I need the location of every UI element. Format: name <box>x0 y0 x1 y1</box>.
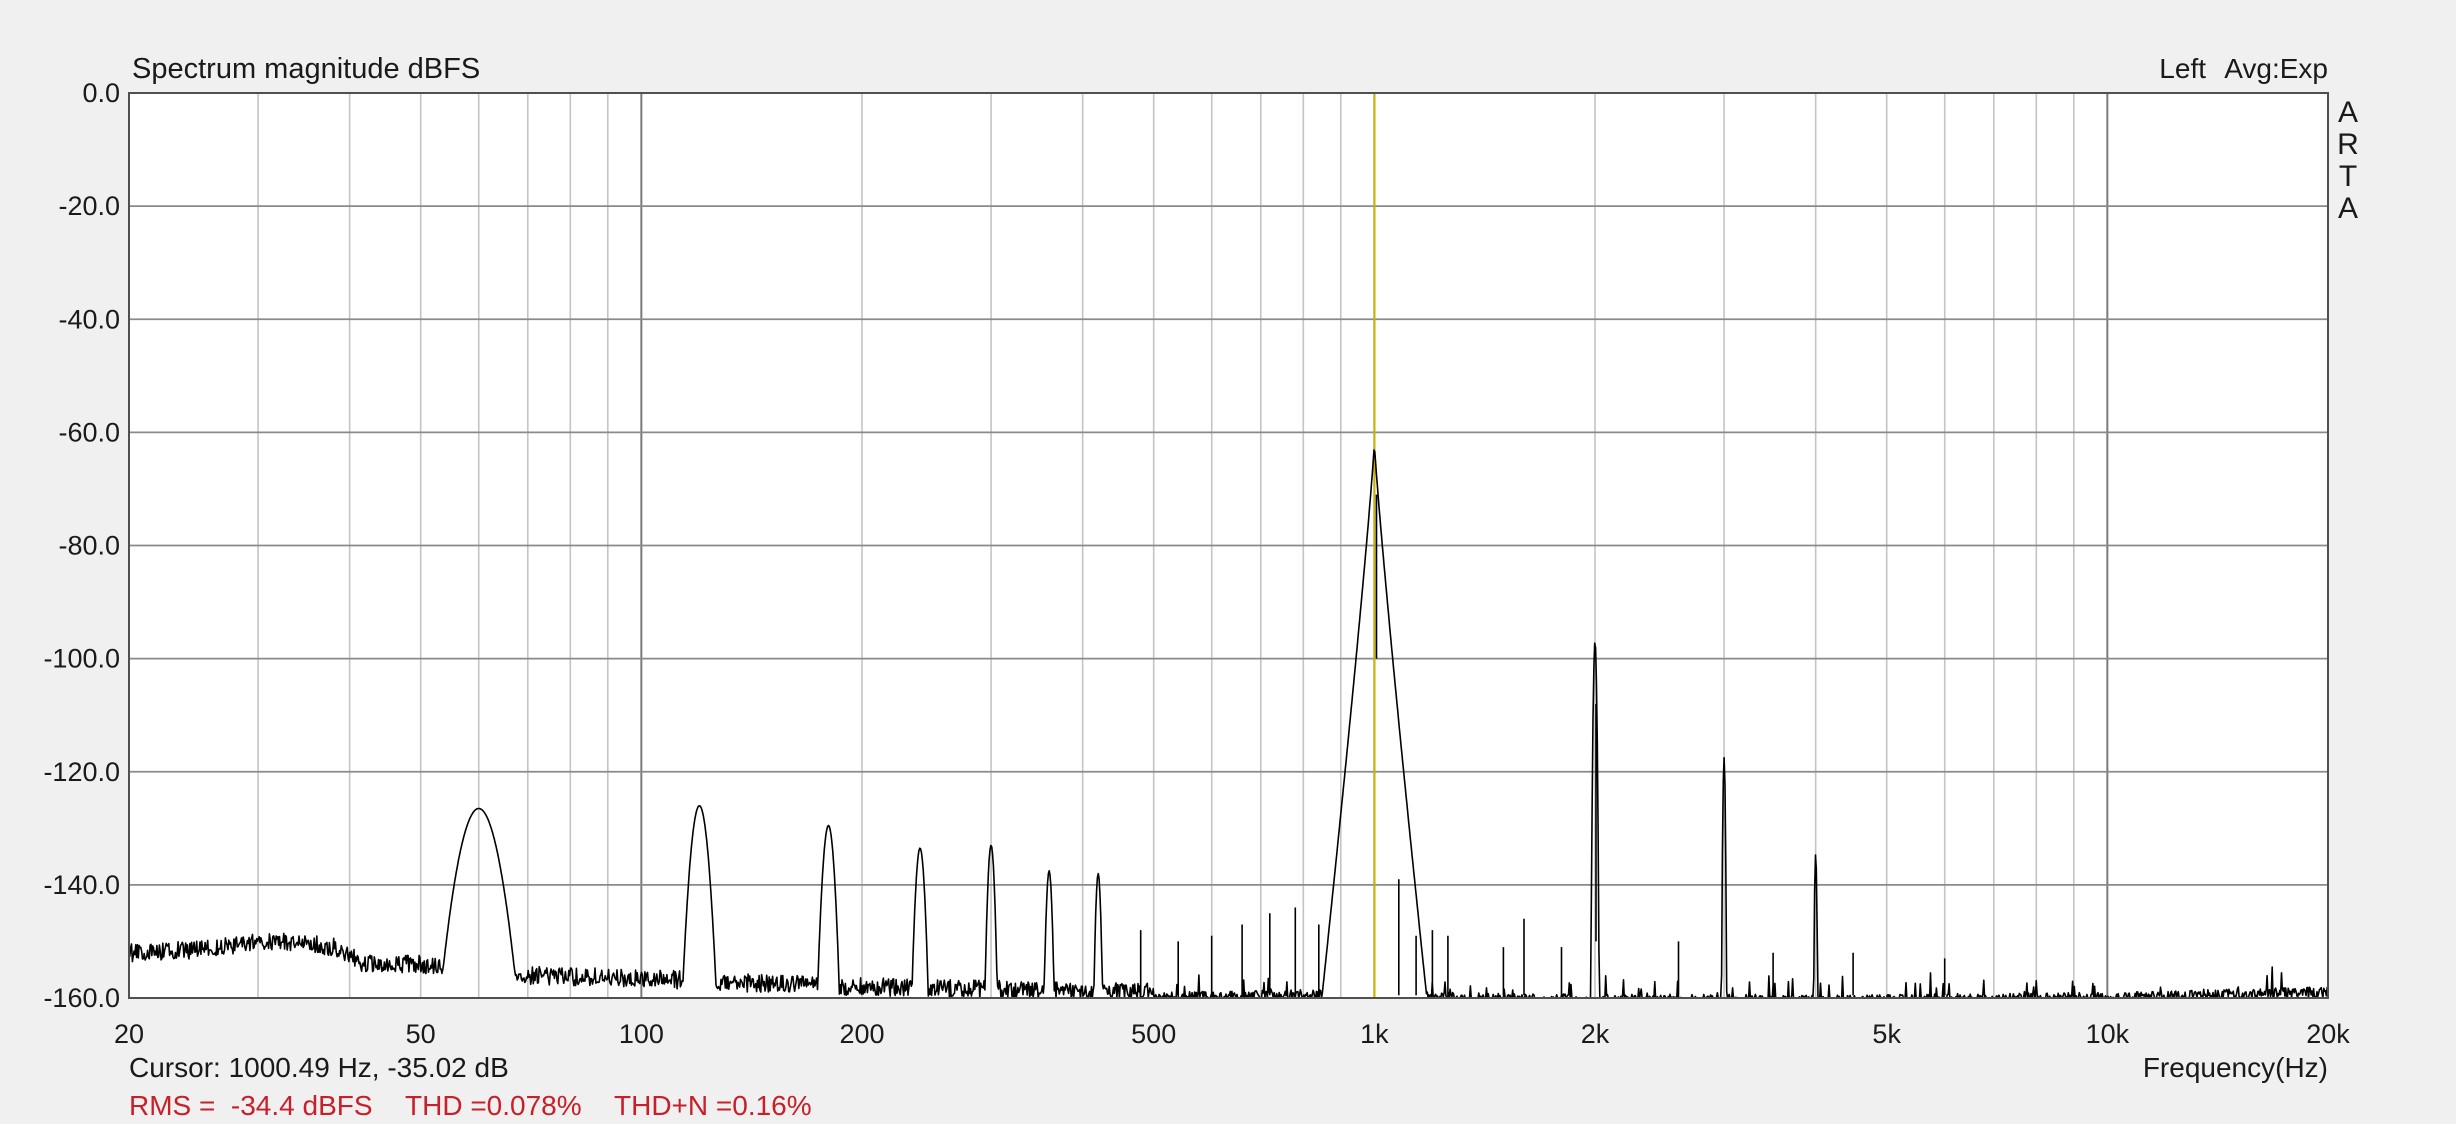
channel-label: Left <box>2159 53 2206 84</box>
y-axis-ticks: 0.0 -20.0 -40.0 -60.0 -80.0 -100.0 -120.0 -140.… <box>43 78 120 1013</box>
thd-readout: THD =0.078% <box>405 1090 582 1121</box>
thdn-readout: THD+N =0.16% <box>614 1090 812 1121</box>
x-tick-label: 200 <box>839 1019 884 1049</box>
arta-logo: ARTA <box>2337 96 2359 225</box>
chart-title: Spectrum magnitude dBFS <box>132 53 480 85</box>
x-tick-label: 10k <box>2086 1019 2130 1049</box>
rms-readout: RMS = -34.4 dBFS <box>129 1090 373 1121</box>
y-tick-label: -100.0 <box>43 644 120 674</box>
brand-letter: A <box>2338 96 2358 129</box>
averaging-label: Avg:Exp <box>2224 53 2328 84</box>
x-tick-label: 1k <box>1360 1019 1389 1049</box>
y-tick-label: -60.0 <box>58 417 120 447</box>
x-axis-ticks: 20 50 100 200 500 1k 2k 5k 10k 20k <box>114 1019 2350 1049</box>
y-tick-label: -20.0 <box>58 191 120 221</box>
y-tick-label: 0.0 <box>82 78 120 108</box>
spectrum-chart: 0.0 -20.0 -40.0 -60.0 -80.0 -100.0 -120.0 -140.… <box>43 53 2359 1121</box>
x-tick-label: 500 <box>1131 1019 1176 1049</box>
y-tick-label: -120.0 <box>43 757 120 787</box>
x-tick-label: 20k <box>2306 1019 2350 1049</box>
x-tick-label: 20 <box>114 1019 144 1049</box>
x-tick-label: 50 <box>406 1019 436 1049</box>
y-tick-label: -80.0 <box>58 531 120 561</box>
brand-letter: R <box>2337 128 2359 161</box>
x-tick-label: 100 <box>619 1019 664 1049</box>
x-tick-label: 2k <box>1581 1019 1610 1049</box>
y-tick-label: -40.0 <box>58 304 120 334</box>
brand-letter: A <box>2338 192 2358 225</box>
x-tick-label: 5k <box>1872 1019 1901 1049</box>
y-tick-label: -160.0 <box>43 983 120 1013</box>
y-tick-label: -140.0 <box>43 870 120 900</box>
x-axis-label: Frequency(Hz) <box>2143 1052 2328 1083</box>
cursor-readout: Cursor: 1000.49 Hz, -35.02 dB <box>129 1052 509 1083</box>
brand-letter: T <box>2339 160 2357 193</box>
